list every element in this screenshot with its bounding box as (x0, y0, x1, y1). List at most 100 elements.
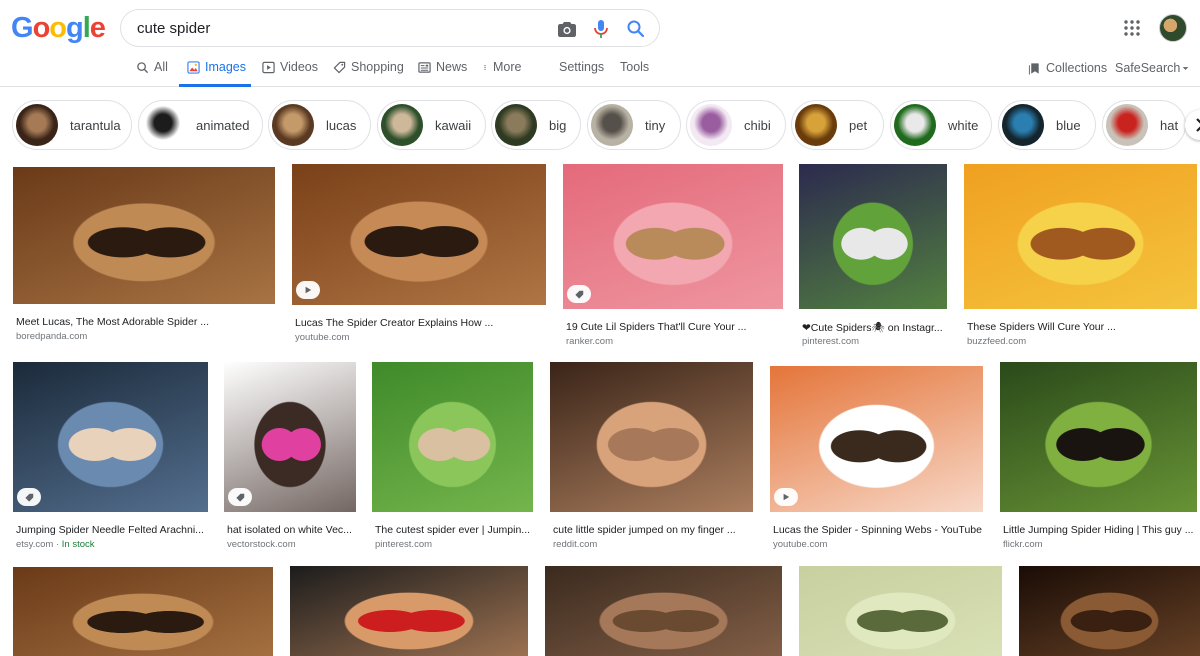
result-thumbnail[interactable] (372, 362, 533, 512)
result-title[interactable]: Jumping Spider Needle Felted Arachni... (16, 524, 221, 536)
result-title[interactable]: Little Jumping Spider Hiding | This guy … (1003, 524, 1200, 536)
related-chip-tiny[interactable]: tiny (587, 100, 681, 150)
tab-more[interactable]: More (482, 60, 521, 74)
result-thumbnail[interactable] (13, 362, 208, 512)
tab-tools[interactable]: Tools (620, 60, 649, 74)
news-icon (418, 61, 431, 73)
tab-label: Tools (620, 60, 650, 74)
result-title[interactable]: Meet Lucas, The Most Adorable Spider ... (16, 316, 288, 328)
chip-label: tiny (645, 117, 666, 133)
result-domain: ranker.com (566, 336, 613, 347)
result-source: boredpanda.com (16, 331, 87, 342)
related-chip-pet[interactable]: pet (791, 100, 884, 150)
microphone-icon[interactable] (589, 17, 613, 41)
related-chip-white[interactable]: white (890, 100, 992, 150)
result-domain: youtube.com (295, 332, 350, 343)
chip-thumbnail (16, 104, 58, 146)
result-title[interactable]: 19 Cute Lil Spiders That'll Cure Your ..… (566, 321, 796, 333)
chip-thumbnail (495, 104, 537, 146)
apps-grid-icon[interactable] (1123, 19, 1141, 37)
camera-icon[interactable] (555, 17, 579, 41)
tab-shopping[interactable]: Shopping (333, 60, 404, 74)
tab-label: More (493, 60, 522, 74)
chip-thumbnail (381, 104, 423, 146)
chip-thumbnail (894, 104, 936, 146)
tab-settings[interactable]: Settings (559, 60, 604, 74)
result-source: youtube.com (773, 539, 827, 550)
product-badge-tag-icon (567, 285, 591, 303)
tab-label: Settings (559, 60, 605, 74)
chevron-right-icon (1196, 118, 1200, 132)
related-searches-chips: tarantula animated lucas kawaii big tiny chibi… (0, 100, 1200, 150)
result-source: etsy.com · In stock (16, 539, 95, 550)
active-tab-indicator (179, 84, 251, 87)
related-chip-tarantula[interactable]: tarantula (12, 100, 132, 150)
related-chip-lucas[interactable]: lucas (268, 100, 371, 150)
chip-label: lucas (326, 117, 357, 133)
tag-icon (333, 61, 346, 73)
search-input[interactable]: cute spider (137, 20, 210, 37)
safesearch-dropdown[interactable]: SafeSearch (1115, 61, 1189, 75)
result-thumbnail[interactable] (1000, 362, 1197, 512)
result-thumbnail[interactable] (13, 167, 275, 304)
result-thumbnail[interactable] (964, 164, 1197, 309)
account-avatar[interactable] (1159, 14, 1187, 42)
result-domain: etsy.com (16, 539, 54, 550)
related-chip-chibi[interactable]: chibi (686, 100, 786, 150)
result-domain: boredpanda.com (16, 331, 88, 342)
search-icon (137, 61, 149, 73)
chip-thumbnail (690, 104, 732, 146)
result-thumbnail[interactable] (292, 164, 546, 305)
result-source: buzzfeed.com (967, 336, 1026, 347)
chip-label: chibi (744, 117, 771, 133)
related-chip-blue[interactable]: blue (998, 100, 1096, 150)
tab-images[interactable]: Images (187, 60, 246, 74)
tab-videos[interactable]: Videos (262, 60, 318, 74)
related-chip-animated[interactable]: animated (138, 100, 263, 150)
result-title[interactable]: Lucas The Spider Creator Explains How ..… (295, 317, 559, 329)
result-thumbnail[interactable] (799, 566, 1002, 656)
result-thumbnail[interactable] (563, 164, 783, 309)
result-source: pinterest.com (375, 539, 432, 550)
result-domain: youtube.com (773, 539, 828, 550)
result-thumbnail[interactable] (290, 566, 528, 656)
result-title[interactable]: The cutest spider ever | Jumpin... (375, 524, 546, 536)
related-chip-hat[interactable]: hat (1102, 100, 1186, 150)
chip-thumbnail (795, 104, 837, 146)
result-domain: vectorstock.com (227, 539, 296, 550)
chip-label: pet (849, 117, 868, 133)
result-thumbnail[interactable] (1019, 566, 1200, 656)
logo-letter: o (32, 12, 51, 44)
collections-button[interactable]: Collections (1028, 61, 1107, 75)
logo-letter: l (82, 12, 91, 44)
search-tabs: All Images Videos Shopping News More Set… (0, 58, 1200, 87)
result-title[interactable]: Lucas the Spider - Spinning Webs - YouTu… (773, 524, 996, 536)
tab-label: Images (205, 60, 246, 74)
chip-thumbnail (142, 104, 184, 146)
tab-news[interactable]: News (418, 60, 467, 74)
result-title[interactable]: cute little spider jumped on my finger .… (553, 524, 766, 536)
related-chip-big[interactable]: big (491, 100, 581, 150)
result-thumbnail[interactable] (545, 566, 782, 656)
result-thumbnail[interactable] (550, 362, 753, 512)
result-thumbnail[interactable] (799, 164, 947, 309)
tab-all[interactable]: All (136, 60, 168, 74)
logo-letter: g (66, 12, 84, 44)
tab-label: Videos (280, 60, 318, 74)
bookmark-icon (1028, 62, 1039, 75)
google-logo[interactable]: Google (11, 12, 106, 45)
chips-next-button[interactable] (1185, 110, 1200, 140)
result-thumbnail[interactable] (770, 366, 983, 512)
caret-down-icon (1183, 66, 1189, 70)
result-title[interactable]: ❤Cute Spiders🕷 on Instagr... (802, 321, 960, 334)
product-badge-tag-icon (17, 488, 41, 506)
chip-label: big (549, 117, 567, 133)
safesearch-label: SafeSearch (1115, 61, 1181, 75)
result-domain: pinterest.com (375, 539, 433, 550)
result-title[interactable]: These Spiders Will Cure Your ... (967, 321, 1200, 333)
related-chip-kawaii[interactable]: kawaii (377, 100, 486, 150)
result-title[interactable]: hat isolated on white Vec... (227, 524, 369, 536)
search-box[interactable]: cute spider (120, 9, 660, 47)
search-icon[interactable] (624, 17, 648, 41)
result-thumbnail[interactable] (13, 567, 273, 656)
